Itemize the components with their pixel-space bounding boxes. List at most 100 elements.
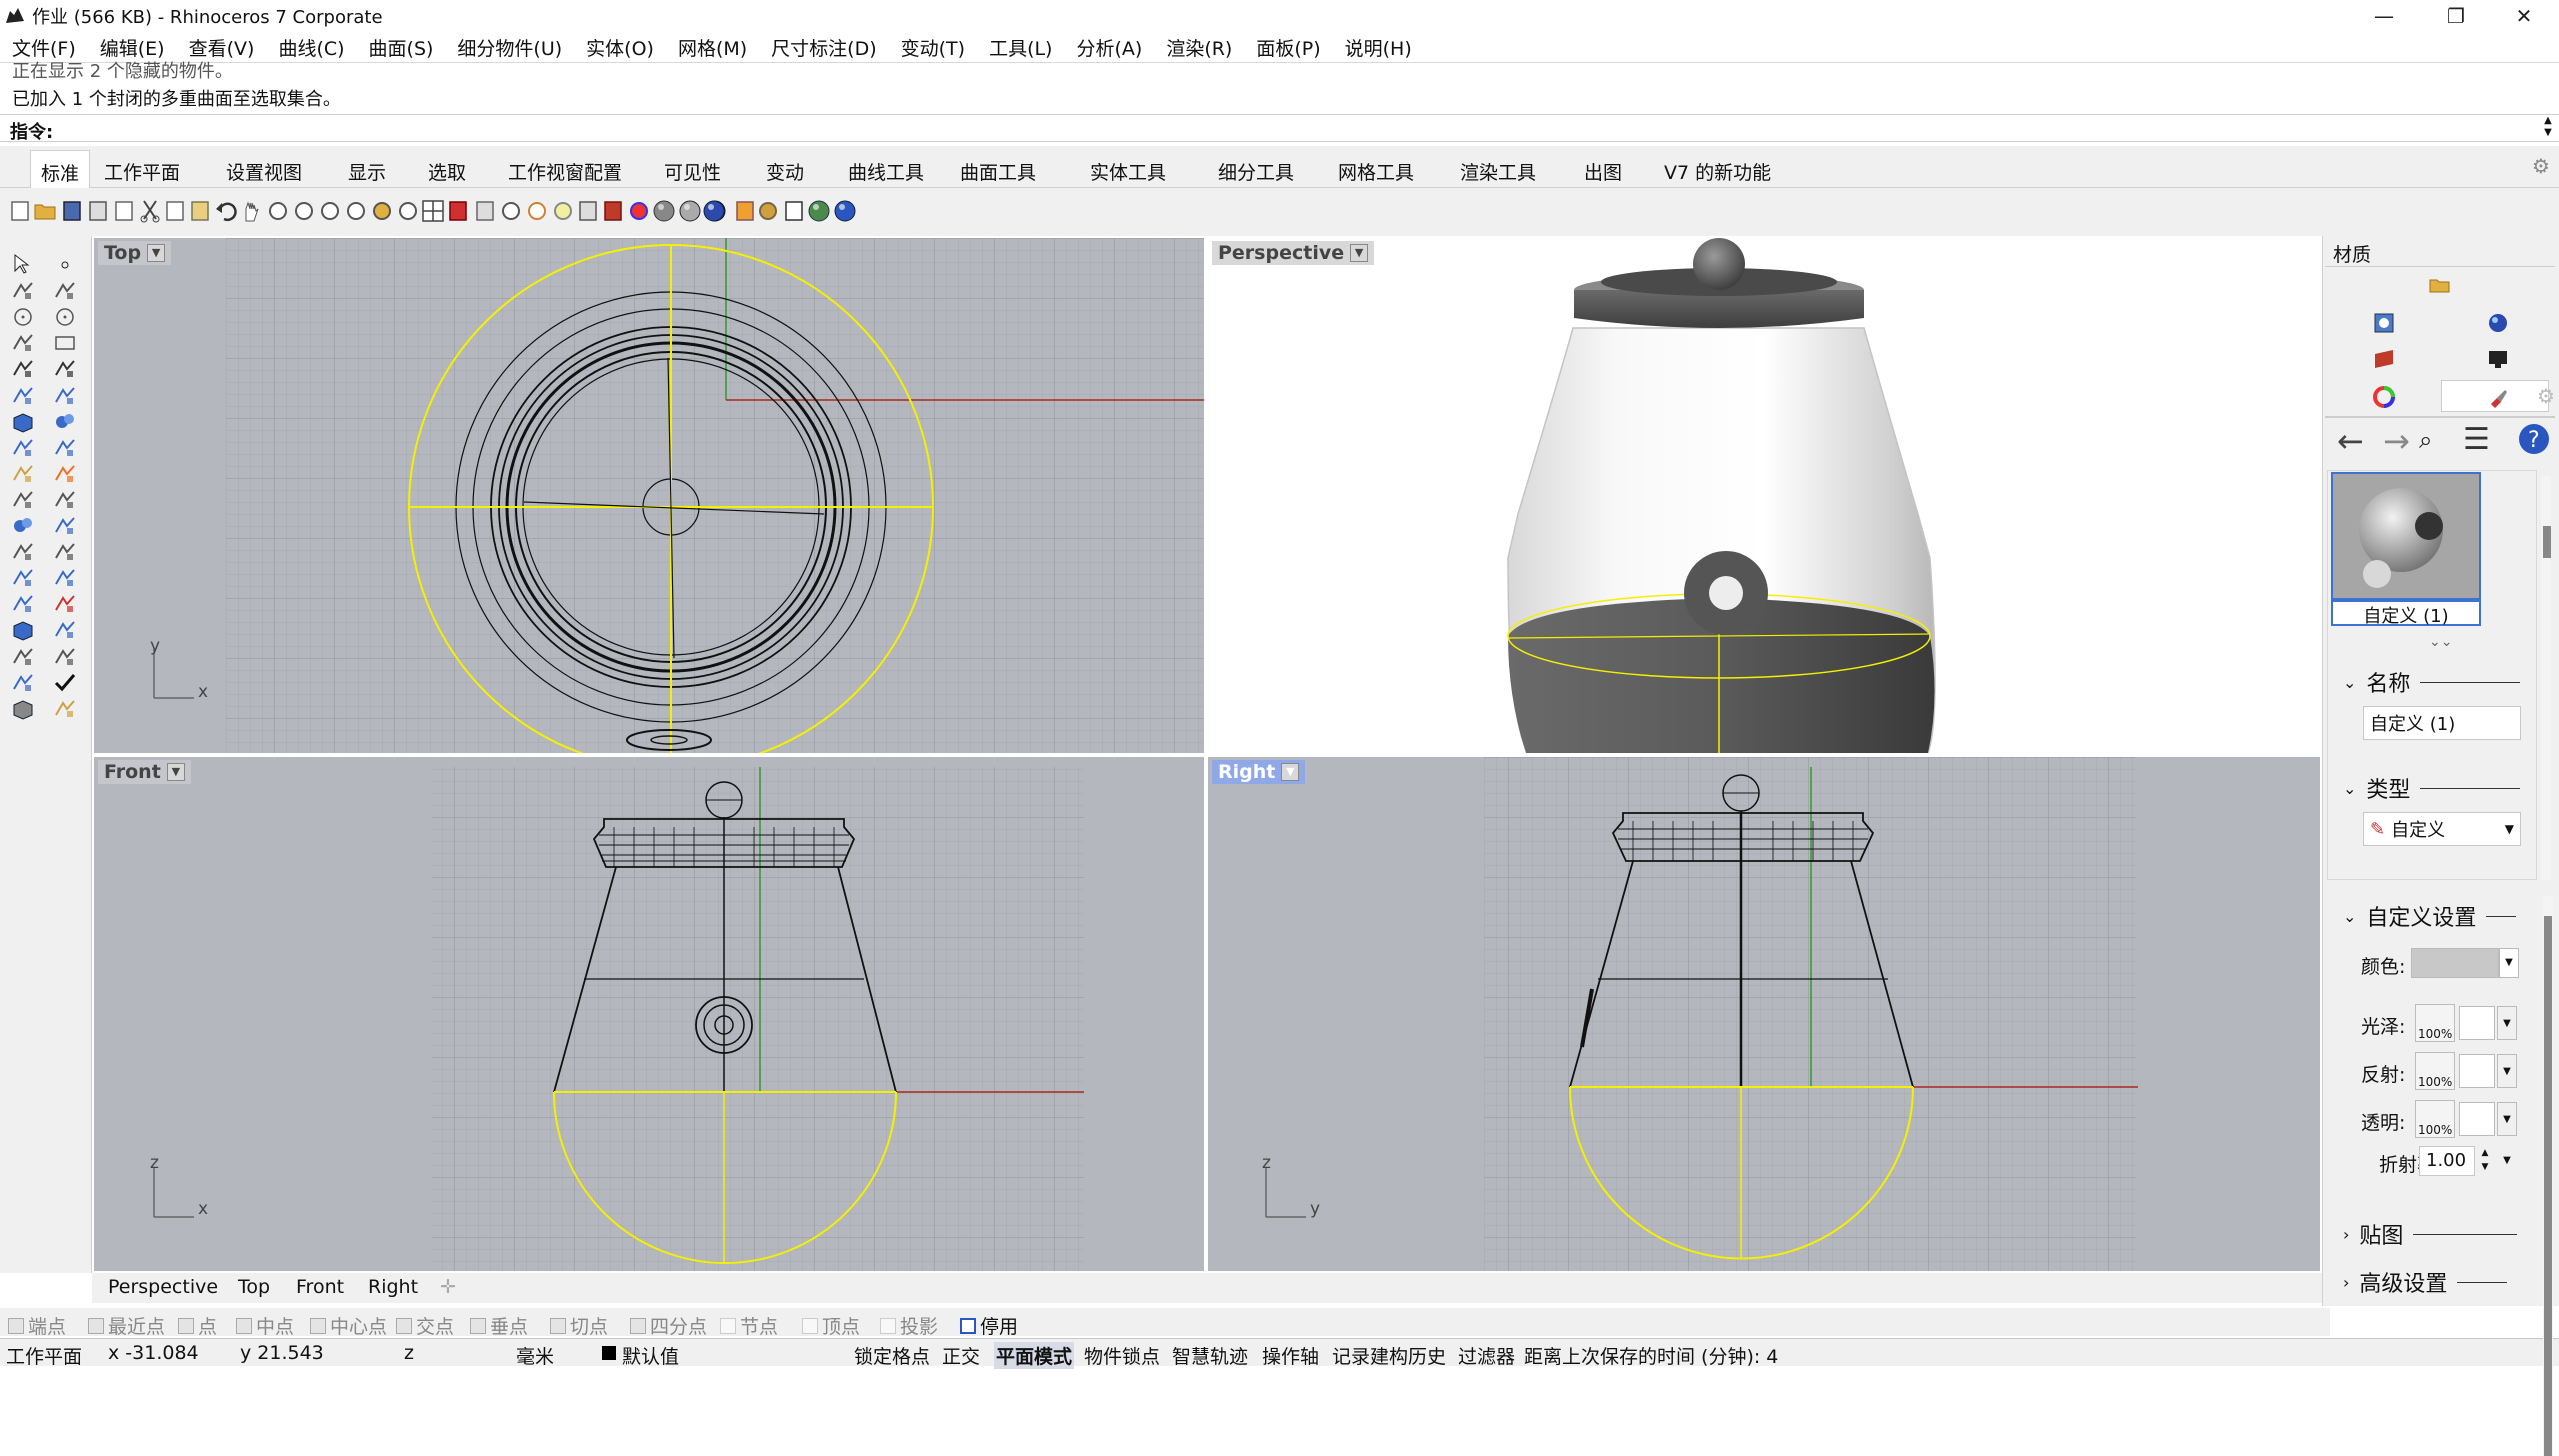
- dropdown-arrow-icon[interactable]: ▼: [1350, 244, 1369, 262]
- checkbox-icon[interactable]: [396, 1317, 412, 1334]
- dropdown-arrow-icon[interactable]: ▼: [147, 244, 166, 262]
- color-swatch[interactable]: [2411, 948, 2499, 978]
- maximize-button[interactable]: ❐: [2420, 0, 2492, 32]
- material-thumbnail[interactable]: [2331, 472, 2481, 600]
- menu-item[interactable]: 变动(T): [889, 34, 977, 61]
- panel-scrollbar-thumb[interactable]: [2543, 526, 2551, 558]
- gloss-slider[interactable]: 100%: [2415, 1004, 2455, 1042]
- viewport-perspective[interactable]: Perspective ▼: [1208, 238, 2320, 753]
- paint-icon[interactable]: [48, 692, 82, 726]
- checkbox-icon[interactable]: [960, 1317, 976, 1334]
- current-layer[interactable]: 默认值: [622, 1342, 679, 1369]
- checkbox-icon[interactable]: [720, 1317, 736, 1334]
- material-name-field[interactable]: 自定义 (1): [2363, 706, 2521, 740]
- checkbox-icon[interactable]: [88, 1317, 104, 1334]
- osnap-item[interactable]: 中心点: [310, 1312, 387, 1339]
- tab-2[interactable]: 设置视图: [216, 154, 312, 189]
- osnap-item[interactable]: 中点: [236, 1312, 294, 1339]
- menu-item[interactable]: 细分物件(U): [445, 34, 574, 61]
- osnap-item[interactable]: 垂点: [470, 1312, 528, 1339]
- smarttrack-toggle[interactable]: 智慧轨迹: [1172, 1342, 1248, 1369]
- viewport-tab-right[interactable]: Right: [368, 1276, 418, 1298]
- osnap-item[interactable]: 停用: [960, 1312, 1018, 1339]
- panel-settings-icon[interactable]: ⚙: [2537, 384, 2555, 408]
- close-button[interactable]: ✕: [2488, 0, 2559, 32]
- osnap-item[interactable]: 切点: [550, 1312, 608, 1339]
- layer-icon[interactable]: [2373, 312, 2395, 334]
- osnap-item[interactable]: 节点: [720, 1312, 778, 1339]
- command-line[interactable]: 指令: ▲ ▼: [0, 114, 2559, 143]
- viewport-tab-top[interactable]: Top: [238, 1276, 270, 1298]
- ior-dropdown-icon[interactable]: ▼: [2497, 1146, 2517, 1176]
- osnap-item[interactable]: 交点: [396, 1312, 454, 1339]
- viewport-title-front[interactable]: Front ▼: [98, 760, 191, 784]
- tab-14[interactable]: 出图: [1574, 154, 1632, 189]
- ior-field[interactable]: 1.00: [2419, 1146, 2475, 1176]
- checkbox-icon[interactable]: [630, 1317, 646, 1334]
- material-type-select[interactable]: ✎ 自定义 ▼: [2363, 812, 2521, 846]
- menu-item[interactable]: 实体(O): [574, 34, 666, 61]
- menu-item[interactable]: 分析(A): [1064, 34, 1154, 61]
- add-viewport-icon[interactable]: ✛: [440, 1276, 456, 1298]
- checkbox-icon[interactable]: [310, 1317, 326, 1334]
- help-icon[interactable]: ?: [2517, 422, 2551, 456]
- monitor-icon[interactable]: [2487, 348, 2509, 370]
- reflect-dropdown-icon[interactable]: ▼: [2497, 1054, 2517, 1088]
- checkbox-icon[interactable]: [880, 1317, 896, 1334]
- viewport-right[interactable]: z y Right ▼: [1208, 757, 2320, 1271]
- gloss-dropdown-icon[interactable]: ▼: [2497, 1006, 2517, 1040]
- forward-arrow-icon[interactable]: →: [2383, 422, 2410, 460]
- checkbox-icon[interactable]: [236, 1317, 252, 1334]
- viewport-title-perspective[interactable]: Perspective ▼: [1212, 241, 1375, 265]
- shade-box-icon[interactable]: [6, 692, 40, 726]
- checkbox-icon[interactable]: [8, 1317, 24, 1334]
- gear-icon[interactable]: ⚙: [2532, 154, 2554, 178]
- menu-item[interactable]: 渲染(R): [1154, 34, 1244, 61]
- tab-11[interactable]: 细分工具: [1208, 154, 1304, 189]
- paint-brush-icon[interactable]: [2487, 386, 2509, 408]
- section-custom[interactable]: ⌄ 自定义设置: [2343, 900, 2517, 932]
- filter-button[interactable]: 过滤器: [1458, 1342, 1515, 1369]
- minimize-button[interactable]: —: [2348, 0, 2420, 32]
- checkbox-icon[interactable]: [178, 1317, 194, 1334]
- viewport-tab-perspective[interactable]: Perspective: [108, 1276, 218, 1298]
- back-arrow-icon[interactable]: ←: [2337, 422, 2364, 460]
- help-icon[interactable]: [828, 194, 862, 228]
- section-type[interactable]: ⌄ 类型: [2343, 772, 2521, 804]
- cplane-status[interactable]: 工作平面: [6, 1342, 82, 1369]
- ior-spinner-icon[interactable]: ▲ ▼: [2477, 1146, 2493, 1176]
- material-sphere-icon[interactable]: [2487, 312, 2509, 334]
- menu-item[interactable]: 网格(M): [666, 34, 759, 61]
- menu-item[interactable]: 曲线(C): [266, 34, 356, 61]
- collapse-chevron-icon[interactable]: ⌄⌄: [2429, 634, 2452, 650]
- menu-item[interactable]: 曲面(S): [357, 34, 446, 61]
- material-book-icon[interactable]: [2373, 348, 2395, 370]
- menu-item[interactable]: 说明(H): [1333, 34, 1424, 61]
- osnap-item[interactable]: 四分点: [630, 1312, 707, 1339]
- tab-0[interactable]: 标准: [30, 150, 91, 188]
- ortho-toggle[interactable]: 正交: [942, 1342, 980, 1369]
- history-toggle[interactable]: 记录建构历史: [1332, 1342, 1446, 1369]
- transparency-slider[interactable]: 100%: [2415, 1100, 2455, 1138]
- menu-item[interactable]: 面板(P): [1244, 34, 1332, 61]
- planar-toggle[interactable]: 平面模式: [994, 1342, 1075, 1369]
- dropdown-arrow-icon[interactable]: ▼: [166, 763, 185, 781]
- tab-10[interactable]: 实体工具: [1080, 154, 1176, 189]
- search-icon[interactable]: ⌕: [2419, 426, 2432, 454]
- viewport-title-top[interactable]: Top ▼: [98, 241, 172, 265]
- properties-scrollbar-thumb[interactable]: [2544, 916, 2552, 1456]
- section-texture[interactable]: › 贴图: [2343, 1218, 2518, 1250]
- gloss-texture-slot[interactable]: [2459, 1006, 2495, 1040]
- tab-1[interactable]: 工作平面: [94, 154, 190, 189]
- checkbox-icon[interactable]: [550, 1317, 566, 1334]
- viewport-tab-front[interactable]: Front: [296, 1276, 344, 1298]
- command-scroll-icon[interactable]: ▲ ▼: [2539, 115, 2557, 141]
- render-sphere-icon[interactable]: [697, 194, 731, 228]
- tab-9[interactable]: 曲面工具: [950, 154, 1046, 189]
- tab-5[interactable]: 工作视窗配置: [498, 154, 632, 189]
- section-name[interactable]: ⌄ 名称: [2343, 666, 2521, 698]
- checkbox-icon[interactable]: [802, 1317, 818, 1334]
- tab-7[interactable]: 变动: [756, 154, 814, 189]
- tab-13[interactable]: 渲染工具: [1450, 154, 1546, 189]
- osnap-item[interactable]: 最近点: [88, 1312, 165, 1339]
